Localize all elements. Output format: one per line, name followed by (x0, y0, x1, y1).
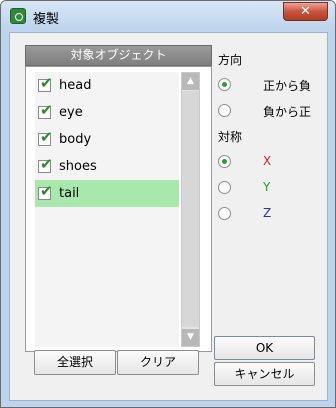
radio-label-x: X (263, 154, 272, 168)
select-all-button[interactable]: 全選択 (34, 350, 116, 375)
check-icon: ✔ (40, 128, 53, 146)
vertical-scrollbar[interactable]: ▲ ▼ (181, 72, 200, 347)
scroll-up-arrow-icon[interactable]: ▲ (182, 73, 199, 90)
radio-symmetry-z[interactable] (218, 207, 231, 220)
radio-symmetry-y[interactable] (218, 181, 231, 194)
radio-label-negative-to-positive: 負から正 (263, 105, 312, 119)
list-item-label: body (59, 132, 92, 147)
app-icon (10, 8, 26, 24)
dialog-body: 対象オブジェクト ✔ head ✔ eye ✔ body ✔ shoes ✔ t… (9, 32, 328, 401)
direction-label: 方向 (218, 53, 243, 67)
list-item-label: shoes (59, 159, 97, 174)
title-bar[interactable]: 複製 ✕ (1, 1, 335, 31)
list-item-body[interactable]: ✔ body (35, 126, 179, 153)
list-item-label: tail (59, 186, 80, 201)
checkbox-body[interactable]: ✔ (38, 128, 53, 146)
window-title: 複製 (33, 12, 60, 27)
radio-label-z: Z (263, 206, 272, 220)
cancel-button[interactable]: キャンセル (214, 362, 315, 386)
symmetry-label: 対称 (218, 130, 243, 144)
close-button[interactable]: ✕ (283, 2, 328, 21)
scroll-thumb[interactable] (182, 91, 199, 327)
objects-header: 対象オブジェクト (25, 45, 212, 66)
radio-label-y: Y (263, 180, 271, 194)
checkbox-head[interactable]: ✔ (38, 74, 53, 92)
list-item-shoes[interactable]: ✔ shoes (35, 153, 179, 180)
list-item-label: head (59, 78, 92, 93)
clear-button[interactable]: クリア (117, 350, 199, 375)
list-item-tail[interactable]: ✔ tail (35, 180, 179, 207)
list-item-head[interactable]: ✔ head (35, 72, 179, 99)
ok-button[interactable]: OK (214, 336, 315, 360)
check-icon: ✔ (40, 182, 53, 200)
radio-positive-to-negative[interactable] (218, 78, 231, 91)
radio-label-positive-to-negative: 正から負 (263, 79, 312, 93)
objects-list: ✔ head ✔ eye ✔ body ✔ shoes ✔ tail (35, 72, 179, 347)
checkbox-tail[interactable]: ✔ (38, 182, 53, 200)
list-item-label: eye (59, 105, 83, 120)
check-icon: ✔ (40, 74, 53, 92)
radio-negative-to-positive[interactable] (218, 104, 231, 117)
radio-symmetry-x[interactable] (218, 155, 231, 168)
checkbox-eye[interactable]: ✔ (38, 101, 53, 119)
check-icon: ✔ (40, 155, 53, 173)
dialog-window: 複製 ✕ 対象オブジェクト ✔ head ✔ eye ✔ body ✔ shoe… (0, 0, 336, 408)
list-item-eye[interactable]: ✔ eye (35, 99, 179, 126)
objects-list-box: ✔ head ✔ eye ✔ body ✔ shoes ✔ tail ▲ ▼ (25, 66, 212, 352)
check-icon: ✔ (40, 101, 53, 119)
scroll-down-arrow-icon[interactable]: ▼ (182, 329, 199, 346)
checkbox-shoes[interactable]: ✔ (38, 155, 53, 173)
